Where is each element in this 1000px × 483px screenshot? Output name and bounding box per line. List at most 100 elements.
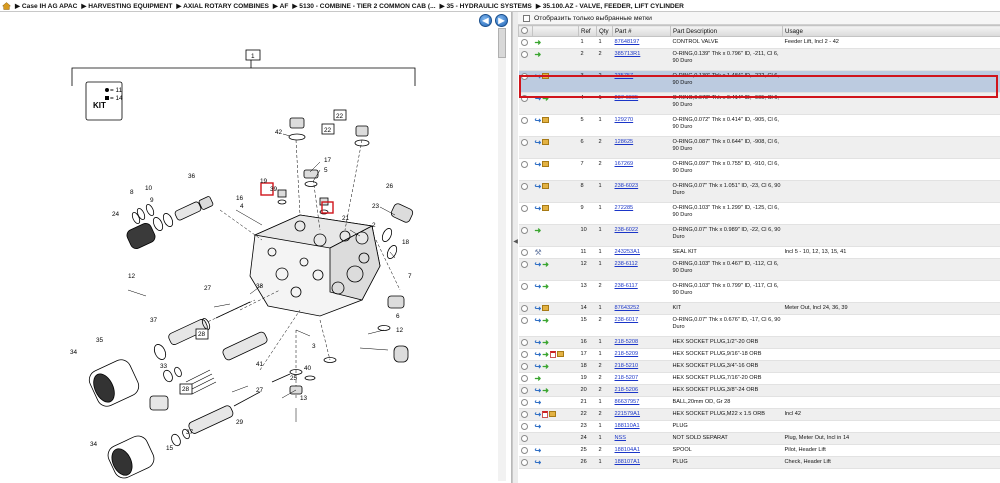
table-row[interactable]: ➜ 1 1 87648197 CONTROL VALVE Feeder Lift, Inc… <box>518 36 1000 49</box>
package-icon[interactable] <box>549 411 557 418</box>
part-number-link[interactable]: 218-5208 <box>615 339 639 345</box>
replacement-arrow-icon[interactable]: ↪ <box>535 160 542 168</box>
header-usage[interactable]: Usage <box>782 25 1000 37</box>
table-row[interactable]: ↪➜ 17 1 218-5209 HEX SOCKET PLUG,9/16"-18 OR… <box>518 348 1000 361</box>
row-select-cell[interactable] <box>518 224 533 247</box>
add-to-cart-arrow-icon[interactable]: ➜ <box>535 50 542 58</box>
replacement-arrow-icon[interactable]: ↪ <box>535 338 542 346</box>
replacement-arrow-icon[interactable]: ↪ <box>535 138 542 146</box>
replacement-arrow-icon[interactable]: ↪ <box>535 458 542 466</box>
row-select-cell[interactable] <box>518 444 533 457</box>
header-ref[interactable]: Ref <box>578 25 597 37</box>
table-row[interactable]: ➜ 19 2 218-5207 HEX SOCKET PLUG,7/16"-20 ORB <box>518 372 1000 385</box>
row-select-cell[interactable] <box>518 360 533 373</box>
table-row[interactable]: ↪ 22 2 221579A1 HEX SOCKET PLUG,M22 x 1.5 OR… <box>518 408 1000 421</box>
row-select-cell[interactable] <box>518 92 533 115</box>
part-number-link[interactable]: 218-5207 <box>615 375 639 381</box>
part-number-link[interactable]: 243253A1 <box>615 249 641 255</box>
part-number-link[interactable]: 237-6005 <box>615 95 639 101</box>
add-to-cart-arrow-icon[interactable]: ➜ <box>535 39 542 47</box>
table-row[interactable]: ↪ 14 1 87643252 KIT Meter Out, Incl 24, 36, 3… <box>518 302 1000 315</box>
row-select-cell[interactable] <box>518 456 533 469</box>
replacement-arrow-icon[interactable]: ↪ <box>535 446 542 454</box>
add-to-cart-arrow-icon[interactable]: ➜ <box>542 260 549 268</box>
table-row[interactable]: ↪ 26 1 188107A1 PLUG Check, Header Lift <box>518 456 1000 469</box>
part-number-link[interactable]: 218-5210 <box>615 363 639 369</box>
package-icon[interactable] <box>542 305 550 312</box>
home-icon[interactable] <box>2 1 11 10</box>
part-number-link[interactable]: 128625 <box>615 139 634 145</box>
package-icon[interactable] <box>542 139 550 146</box>
part-number-link[interactable]: 167269 <box>615 161 634 167</box>
table-row[interactable]: ↪ 21 1 86637957 BALL,20mm OD, Gr 28 <box>518 396 1000 409</box>
table-row[interactable]: ➜ 10 1 238-6022 O-RING,0.07" Thk x 0.989" ID… <box>518 224 1000 247</box>
replacement-arrow-icon[interactable]: ↪ <box>535 422 542 430</box>
row-select-cell[interactable] <box>518 280 533 303</box>
breadcrumb-item[interactable]: ▶ HARVESTING EQUIPMENT <box>81 2 172 10</box>
row-select-cell[interactable] <box>518 384 533 397</box>
row-select-cell[interactable] <box>518 314 533 337</box>
part-number-link[interactable]: 87643252 <box>615 305 640 311</box>
part-number-link[interactable]: 188110A1 <box>615 423 640 429</box>
row-select-cell[interactable] <box>518 246 533 259</box>
part-number-link[interactable]: 221579A1 <box>615 411 641 417</box>
replacement-arrow-icon[interactable]: ↪ <box>535 260 542 268</box>
part-number-link[interactable]: 385713R1 <box>615 51 641 57</box>
row-select-cell[interactable] <box>518 336 533 349</box>
header-part-number[interactable]: Part # <box>612 25 671 37</box>
document-icon[interactable] <box>542 410 549 418</box>
part-number-link[interactable]: 218-5209 <box>615 351 639 357</box>
part-number-link[interactable]: 129270 <box>615 117 634 123</box>
breadcrumb-item[interactable]: ▶ Case IH AG APAC <box>15 2 77 10</box>
part-number-link[interactable]: 272285 <box>615 205 634 211</box>
exploded-diagram[interactable]: = 11 = 14 KIT 1 42 22 22 17 5 4 19 39 16… <box>0 30 498 483</box>
package-icon[interactable] <box>542 183 550 190</box>
add-to-cart-arrow-icon[interactable]: ➜ <box>542 386 549 394</box>
table-row[interactable]: ↪➜ 13 2 238-6117 O-RING,0.103" Thk x 0.799" … <box>518 280 1000 303</box>
document-icon[interactable] <box>549 350 556 358</box>
prev-diagram-button[interactable]: ◀ <box>479 14 492 27</box>
replacement-arrow-icon[interactable]: ↪ <box>535 362 542 370</box>
replacement-arrow-icon[interactable]: ↪ <box>535 116 542 124</box>
package-icon[interactable] <box>542 161 550 168</box>
replacement-arrow-icon[interactable]: ↪ <box>535 398 542 406</box>
package-icon[interactable] <box>542 73 550 80</box>
row-select-cell[interactable] <box>518 202 533 225</box>
breadcrumb-item[interactable]: ▶ AF <box>273 2 288 10</box>
row-select-cell[interactable] <box>518 408 533 421</box>
table-row[interactable]: ↪➜ 15 2 238-6017 O-RING,0.07" Thk x 0.676" I… <box>518 314 1000 337</box>
row-select-cell[interactable] <box>518 48 533 71</box>
row-select-cell[interactable] <box>518 396 533 409</box>
table-row[interactable]: ↪ 7 2 167269 O-RING,0.097" Thk x 0.755" ID, … <box>518 158 1000 181</box>
part-number-link[interactable]: 238-6022 <box>615 227 639 233</box>
replacement-arrow-icon[interactable]: ↪ <box>535 94 542 102</box>
add-to-cart-arrow-icon[interactable]: ➜ <box>542 282 549 290</box>
show-selected-checkbox[interactable] <box>523 14 530 22</box>
replacement-arrow-icon[interactable]: ↪ <box>535 350 542 358</box>
header-select-all[interactable] <box>518 25 533 37</box>
next-diagram-button[interactable]: ▶ <box>495 14 508 27</box>
part-number-link[interactable]: 188107A1 <box>615 459 641 465</box>
package-icon[interactable] <box>542 117 550 124</box>
part-number-link[interactable]: 238-6112 <box>615 261 638 267</box>
table-row[interactable]: ↪ 23 1 188110A1 PLUG <box>518 420 1000 433</box>
table-row[interactable]: ↪ 9 1 272285 O-RING,0.103" Thk x 1.299" ID, … <box>518 202 1000 225</box>
breadcrumb-item[interactable]: ▶ AXIAL ROTARY COMBINES <box>176 2 269 10</box>
table-row[interactable]: ↪ 6 2 128625 O-RING,0.087" Thk x 0.644" ID, … <box>518 136 1000 159</box>
row-select-cell[interactable] <box>518 158 533 181</box>
add-to-cart-arrow-icon[interactable]: ➜ <box>542 362 549 370</box>
table-row[interactable]: ↪➜ 4 1 237-6005 O-RING,0.072" Thk x 0.414" I… <box>518 92 1000 115</box>
row-select-cell[interactable] <box>518 36 533 49</box>
table-row[interactable]: ↪ 25 2 188104A1 SPOOL Pilot, Header Lift <box>518 444 1000 457</box>
replacement-arrow-icon[interactable]: ↪ <box>535 410 542 418</box>
replacement-arrow-icon[interactable]: ↪ <box>535 316 542 324</box>
replacement-arrow-icon[interactable]: ↪ <box>535 282 542 290</box>
add-to-cart-arrow-icon[interactable]: ➜ <box>535 374 542 382</box>
add-to-cart-arrow-icon[interactable]: ➜ <box>542 316 549 324</box>
table-row[interactable]: ↪➜ 18 2 218-5210 HEX SOCKET PLUG,3/4"-16 ORB <box>518 360 1000 373</box>
package-icon[interactable] <box>542 205 550 212</box>
add-to-cart-arrow-icon[interactable]: ➜ <box>542 338 549 346</box>
row-select-cell[interactable] <box>518 70 533 93</box>
add-to-cart-arrow-icon[interactable]: ➜ <box>542 94 549 102</box>
replacement-arrow-icon[interactable]: ↪ <box>535 72 542 80</box>
